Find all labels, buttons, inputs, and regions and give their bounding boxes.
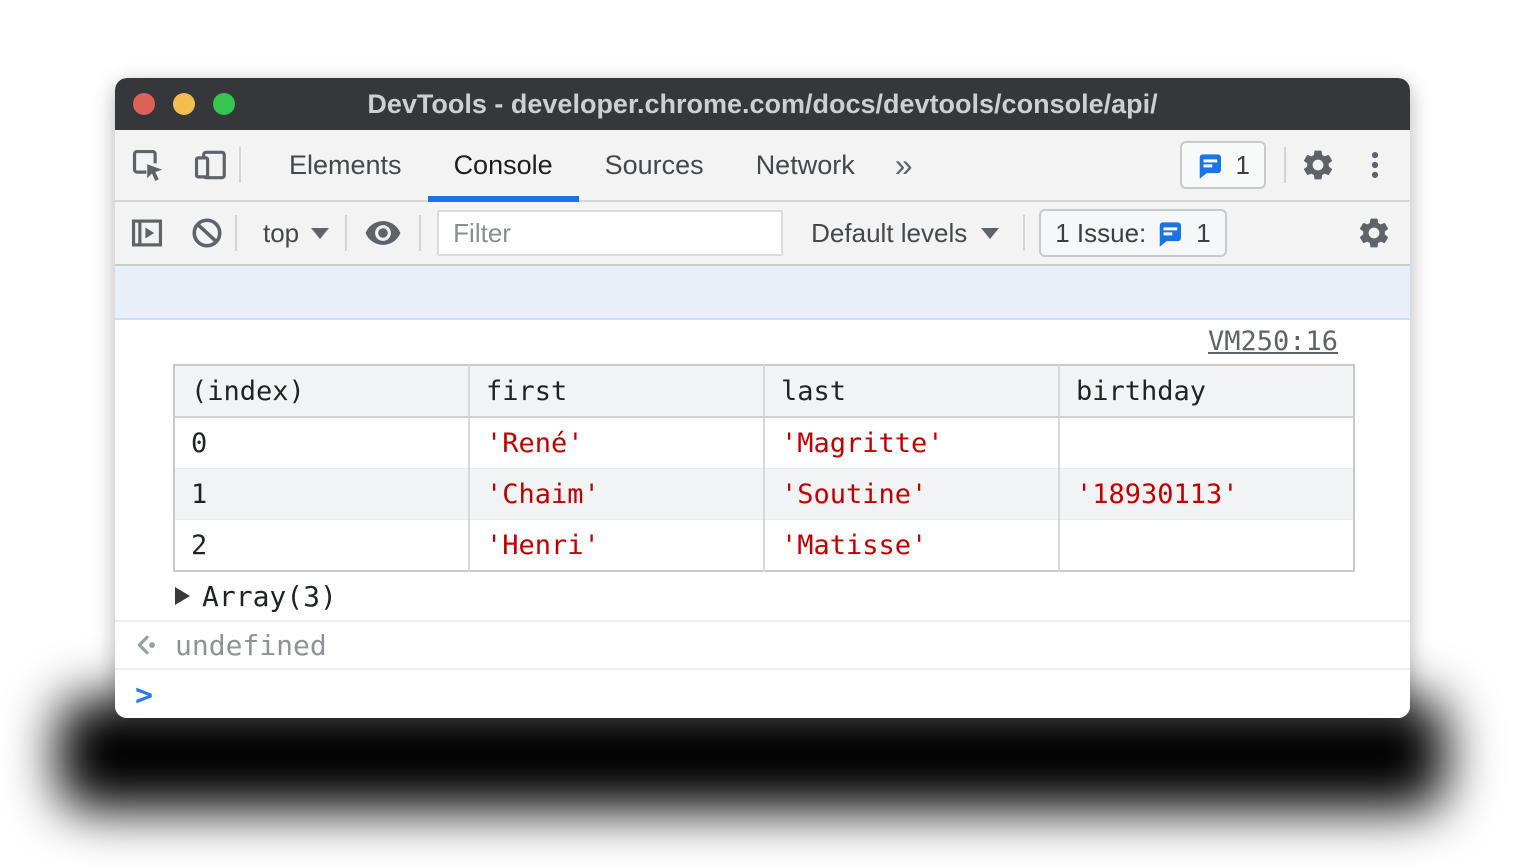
log-levels-label: Default levels	[811, 218, 967, 249]
source-link[interactable]: VM250:16	[1208, 326, 1338, 357]
three-dot-menu-icon	[1358, 148, 1392, 182]
cell-index: 2	[174, 520, 469, 572]
issues-button-count: 1	[1196, 218, 1210, 249]
column-header-first[interactable]: first	[469, 365, 764, 417]
devtools-window: DevTools - developer.chrome.com/docs/dev…	[115, 78, 1410, 718]
cell-first: 'René'	[469, 417, 764, 469]
zoom-button[interactable]	[213, 93, 235, 115]
cell-last: 'Matisse'	[764, 520, 1059, 572]
cell-last: 'Magritte'	[764, 417, 1059, 469]
show-sidebar-icon	[128, 214, 166, 252]
gear-icon	[1356, 215, 1392, 251]
toolbar-separator	[419, 215, 421, 251]
cell-birthday	[1059, 520, 1354, 572]
clear-console-button[interactable]	[179, 215, 235, 251]
log-levels-selector[interactable]: Default levels	[801, 218, 1009, 249]
device-toolbar-icon	[191, 146, 229, 184]
settings-button[interactable]	[1286, 147, 1350, 183]
toolbar-separator	[1023, 215, 1025, 251]
table-row: 1 'Chaim' 'Soutine' '18930113'	[174, 469, 1354, 520]
toolbar-separator	[239, 147, 241, 183]
console-table: (index) first last birthday 0 'René' 'Ma…	[173, 364, 1355, 572]
issues-counter-button[interactable]: 1	[1180, 141, 1266, 189]
create-live-expression-button[interactable]	[347, 214, 419, 252]
titlebar: DevTools - developer.chrome.com/docs/dev…	[115, 78, 1410, 130]
cell-last: 'Soutine'	[764, 469, 1059, 520]
inspect-cursor-icon	[129, 146, 167, 184]
source-location-row: VM250:16	[115, 320, 1410, 362]
issues-button-label: 1 Issue:	[1055, 218, 1146, 249]
prompt-chevron-icon: >	[135, 678, 153, 714]
toolbar-separator	[235, 215, 237, 251]
chevron-down-icon	[311, 228, 329, 239]
cell-index: 0	[174, 417, 469, 469]
tab-elements[interactable]: Elements	[263, 130, 428, 200]
expand-triangle-icon	[175, 587, 190, 605]
table-row: 2 'Henri' 'Matisse'	[174, 520, 1354, 572]
close-button[interactable]	[133, 93, 155, 115]
show-console-sidebar-button[interactable]	[115, 214, 179, 252]
eye-icon	[364, 214, 402, 252]
result-value: undefined	[175, 629, 327, 662]
column-header-birthday[interactable]: birthday	[1059, 365, 1354, 417]
column-header-last[interactable]: last	[764, 365, 1059, 417]
window-title: DevTools - developer.chrome.com/docs/dev…	[115, 89, 1410, 120]
desktop-background: DevTools - developer.chrome.com/docs/dev…	[0, 0, 1524, 866]
traffic-lights	[133, 93, 235, 115]
gear-icon	[1300, 147, 1336, 183]
tab-sources[interactable]: Sources	[579, 130, 730, 200]
console-toolbar: top Default levels 1 Issue:	[115, 202, 1410, 266]
table-header-row: (index) first last birthday	[174, 365, 1354, 417]
array-summary: Array(3)	[202, 580, 337, 613]
tab-network[interactable]: Network	[730, 130, 881, 200]
issues-button[interactable]: 1 Issue: 1	[1039, 209, 1227, 257]
chevron-down-icon	[981, 228, 999, 239]
result-row: undefined	[115, 622, 1410, 668]
console-output-area: ], console.table(people); VM250:16 (inde…	[115, 266, 1410, 718]
column-header-index[interactable]: (index)	[174, 365, 469, 417]
table-row: 0 'René' 'Magritte'	[174, 417, 1354, 469]
more-tabs-button[interactable]: »	[881, 147, 927, 184]
cell-index: 1	[174, 469, 469, 520]
cell-first: 'Chaim'	[469, 469, 764, 520]
array-expander[interactable]: Array(3)	[115, 572, 1410, 620]
console-settings-button[interactable]	[1338, 215, 1410, 251]
device-toolbar-button[interactable]	[181, 146, 239, 184]
context-selector[interactable]: top	[253, 218, 339, 249]
cell-birthday: '18930113'	[1059, 469, 1354, 520]
filter-input[interactable]	[437, 210, 783, 256]
issues-count: 1	[1236, 150, 1250, 181]
cell-birthday	[1059, 417, 1354, 469]
devtools-tabbar: Elements Console Sources Network » 1	[115, 130, 1410, 202]
message-bubble-icon	[1196, 150, 1226, 180]
message-bubble-icon	[1156, 218, 1186, 248]
cell-first: 'Henri'	[469, 520, 764, 572]
inspect-element-button[interactable]	[115, 146, 181, 184]
clear-console-icon	[189, 215, 225, 251]
return-arrow-icon	[133, 631, 161, 659]
main-menu-button[interactable]	[1350, 148, 1400, 182]
tab-console[interactable]: Console	[428, 130, 579, 200]
minimize-button[interactable]	[173, 93, 195, 115]
console-prompt[interactable]: >	[115, 670, 1410, 718]
command-echo[interactable]: ], console.table(people);	[115, 266, 1410, 320]
context-selector-label: top	[263, 218, 299, 249]
